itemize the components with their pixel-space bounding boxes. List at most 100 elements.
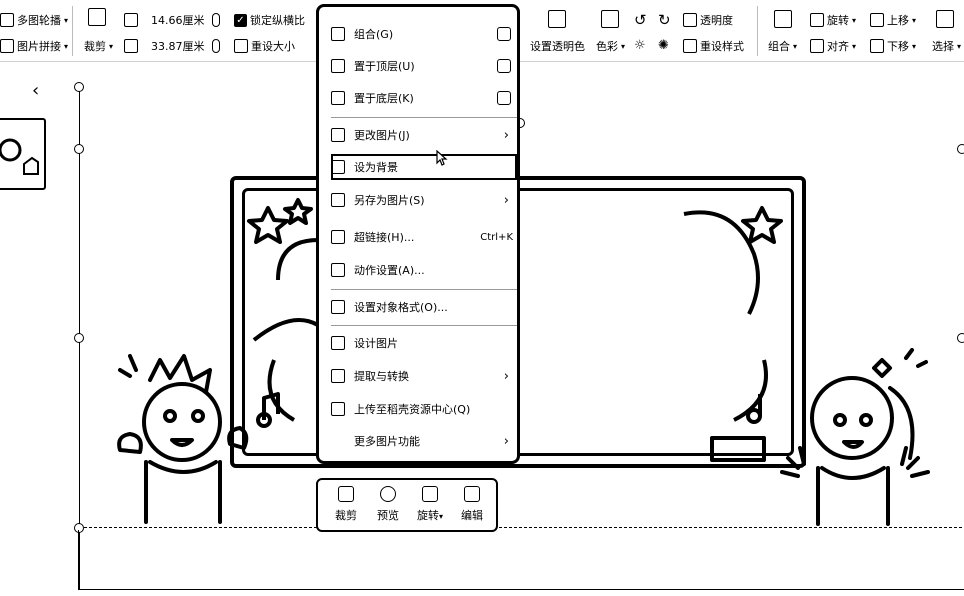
set-transparent-color-button[interactable]: 设置透明色 xyxy=(530,38,585,54)
move-down-button[interactable]: 下移 ▾ xyxy=(870,38,916,54)
resize-handle-left-upper[interactable] xyxy=(74,144,84,154)
move-up-label: 上移 xyxy=(887,14,909,27)
reset-size-label: 重设大小 xyxy=(251,40,295,53)
resize-handle-right-upper[interactable] xyxy=(957,144,964,154)
select-button[interactable]: 选择 ▾ xyxy=(932,38,961,54)
resize-handle-right-middle[interactable] xyxy=(957,333,964,343)
change-picture-icon xyxy=(331,128,345,142)
move-up-button[interactable]: 上移 ▾ xyxy=(870,12,916,28)
divider xyxy=(72,6,73,56)
brightness-decrease-button[interactable]: ☼ xyxy=(634,38,646,53)
crop-icon xyxy=(338,486,354,502)
mini-edit-button[interactable]: 编辑 xyxy=(452,486,492,523)
crop-icon-button[interactable] xyxy=(88,8,106,26)
slide-thumbnail[interactable] xyxy=(0,118,46,190)
resize-handle-top-left[interactable] xyxy=(74,82,84,92)
align-button[interactable]: 对齐 ▾ xyxy=(810,38,856,54)
checkbox-checked-icon[interactable]: ✓ xyxy=(234,13,247,27)
brightness-down-icon: ☼ xyxy=(634,38,646,53)
mini-crop-label: 裁剪 xyxy=(335,509,357,522)
slide-text-area[interactable] xyxy=(78,530,964,590)
color-button[interactable]: 色彩 ▾ xyxy=(596,38,625,54)
image-splice-label: 图片拼接 xyxy=(17,40,61,53)
height-value[interactable]: 14.66厘米 xyxy=(151,12,205,28)
image-splice-button[interactable]: 图片拼接 ▾ xyxy=(0,38,68,54)
chevron-down-icon: ▾ xyxy=(64,15,69,25)
transparency-button[interactable]: 透明度 xyxy=(683,12,733,28)
menu-item-hyperlink[interactable]: 超链接(H)... Ctrl+K xyxy=(331,224,517,250)
width-field[interactable]: 33.87厘米 xyxy=(124,38,220,54)
crop-label: 裁剪 xyxy=(84,40,106,53)
width-stepper[interactable] xyxy=(211,39,220,53)
width-icon xyxy=(124,39,138,53)
reset-style-button[interactable]: 重设样式 xyxy=(683,38,744,54)
reset-style-label: 重设样式 xyxy=(700,40,744,53)
resize-handle-left-middle[interactable] xyxy=(74,333,84,343)
edit-picture-icon xyxy=(464,486,480,502)
menu-item-save-as-picture[interactable]: 另存为图片(S) › xyxy=(331,187,517,213)
group-shape-icon xyxy=(497,27,511,41)
lock-ratio-label: 锁定纵横比 xyxy=(250,14,305,27)
align-icon xyxy=(810,39,824,53)
menu-item-set-background[interactable]: 设为背景 xyxy=(331,154,517,180)
brightness-increase-button[interactable]: ✺ xyxy=(658,38,669,53)
height-field[interactable]: 14.66厘米 xyxy=(124,12,220,28)
group-icon xyxy=(774,10,792,28)
menu-item-bring-to-front[interactable]: 置于顶层(U) xyxy=(331,53,517,79)
collapse-pane-chevron-icon[interactable]: ‹ xyxy=(32,80,39,101)
boy-cartoon-icon xyxy=(117,354,249,524)
menu-item-extract-convert[interactable]: 提取与转换 › xyxy=(331,363,517,389)
menu-item-more-picture-functions[interactable]: 更多图片功能 › xyxy=(331,428,517,454)
select-icon xyxy=(936,10,954,28)
rotate-right-button[interactable]: ↻ xyxy=(658,11,671,29)
rotate-left-button[interactable]: ↺ xyxy=(634,11,647,29)
rotate-button[interactable]: 旋转 ▾ xyxy=(810,12,856,28)
group-label: 组合 xyxy=(768,40,790,53)
menu-item-format-object[interactable]: 设置对象格式(O)... xyxy=(331,294,517,320)
chevron-down-icon: ▾ xyxy=(64,41,69,51)
menu-item-label: 设计图片 xyxy=(354,337,398,350)
rotate-left-icon: ↺ xyxy=(634,11,647,29)
format-object-icon xyxy=(331,300,345,314)
girl-cartoon-icon xyxy=(780,348,930,526)
menu-item-group[interactable]: 组合(G) xyxy=(331,21,517,47)
brightness-up-icon: ✺ xyxy=(658,38,669,53)
select-label: 选择 xyxy=(932,40,954,53)
menu-item-design-picture[interactable]: 设计图片 xyxy=(331,330,517,356)
crop-icon xyxy=(88,8,106,26)
menu-item-label: 上传至稻壳资源中心(Q) xyxy=(354,403,471,416)
move-up-icon xyxy=(870,13,884,27)
width-value[interactable]: 33.87厘米 xyxy=(151,38,205,54)
multi-carousel-button[interactable]: 多图轮播 ▾ xyxy=(0,12,68,28)
menu-item-label: 置于顶层(U) xyxy=(354,60,415,73)
color-icon xyxy=(601,10,619,28)
transparency-icon xyxy=(683,13,697,27)
menu-item-send-to-back[interactable]: 置于底层(K) xyxy=(331,85,517,111)
reset-size-button[interactable]: 重设大小 xyxy=(234,38,295,54)
menu-item-change-picture[interactable]: 更改图片(J) › xyxy=(331,122,517,148)
group-icon-button[interactable] xyxy=(774,10,792,28)
zoom-in-icon xyxy=(380,486,396,502)
chevron-right-icon: › xyxy=(503,433,509,449)
chevron-down-icon: ▾ xyxy=(438,512,443,521)
mini-rotate-button[interactable]: 旋转▾ xyxy=(410,486,450,523)
group-button[interactable]: 组合 ▾ xyxy=(768,38,797,54)
crop-button[interactable]: 裁剪 ▾ xyxy=(84,38,113,54)
menu-item-action-settings[interactable]: 动作设置(A)... xyxy=(331,257,517,283)
group-icon xyxy=(331,27,345,41)
carousel-icon xyxy=(0,13,14,27)
menu-item-upload[interactable]: 上传至稻壳资源中心(Q) xyxy=(331,396,517,422)
transparent-color-icon-button[interactable] xyxy=(548,10,566,28)
save-as-picture-icon xyxy=(331,193,345,207)
mini-crop-button[interactable]: 裁剪 xyxy=(326,486,366,523)
color-icon-button[interactable] xyxy=(601,10,619,28)
set-transparent-color-label: 设置透明色 xyxy=(530,40,585,53)
chevron-down-icon: ▾ xyxy=(912,41,917,51)
chevron-down-icon: ▾ xyxy=(957,41,962,51)
menu-item-label: 提取与转换 xyxy=(354,370,409,383)
mini-preview-button[interactable]: 预览 xyxy=(368,486,408,523)
menu-item-label: 组合(G) xyxy=(354,28,394,41)
height-stepper[interactable] xyxy=(211,13,220,27)
select-icon-button[interactable] xyxy=(936,10,954,28)
lock-ratio-checkbox[interactable]: ✓ 锁定纵横比 xyxy=(234,12,305,28)
